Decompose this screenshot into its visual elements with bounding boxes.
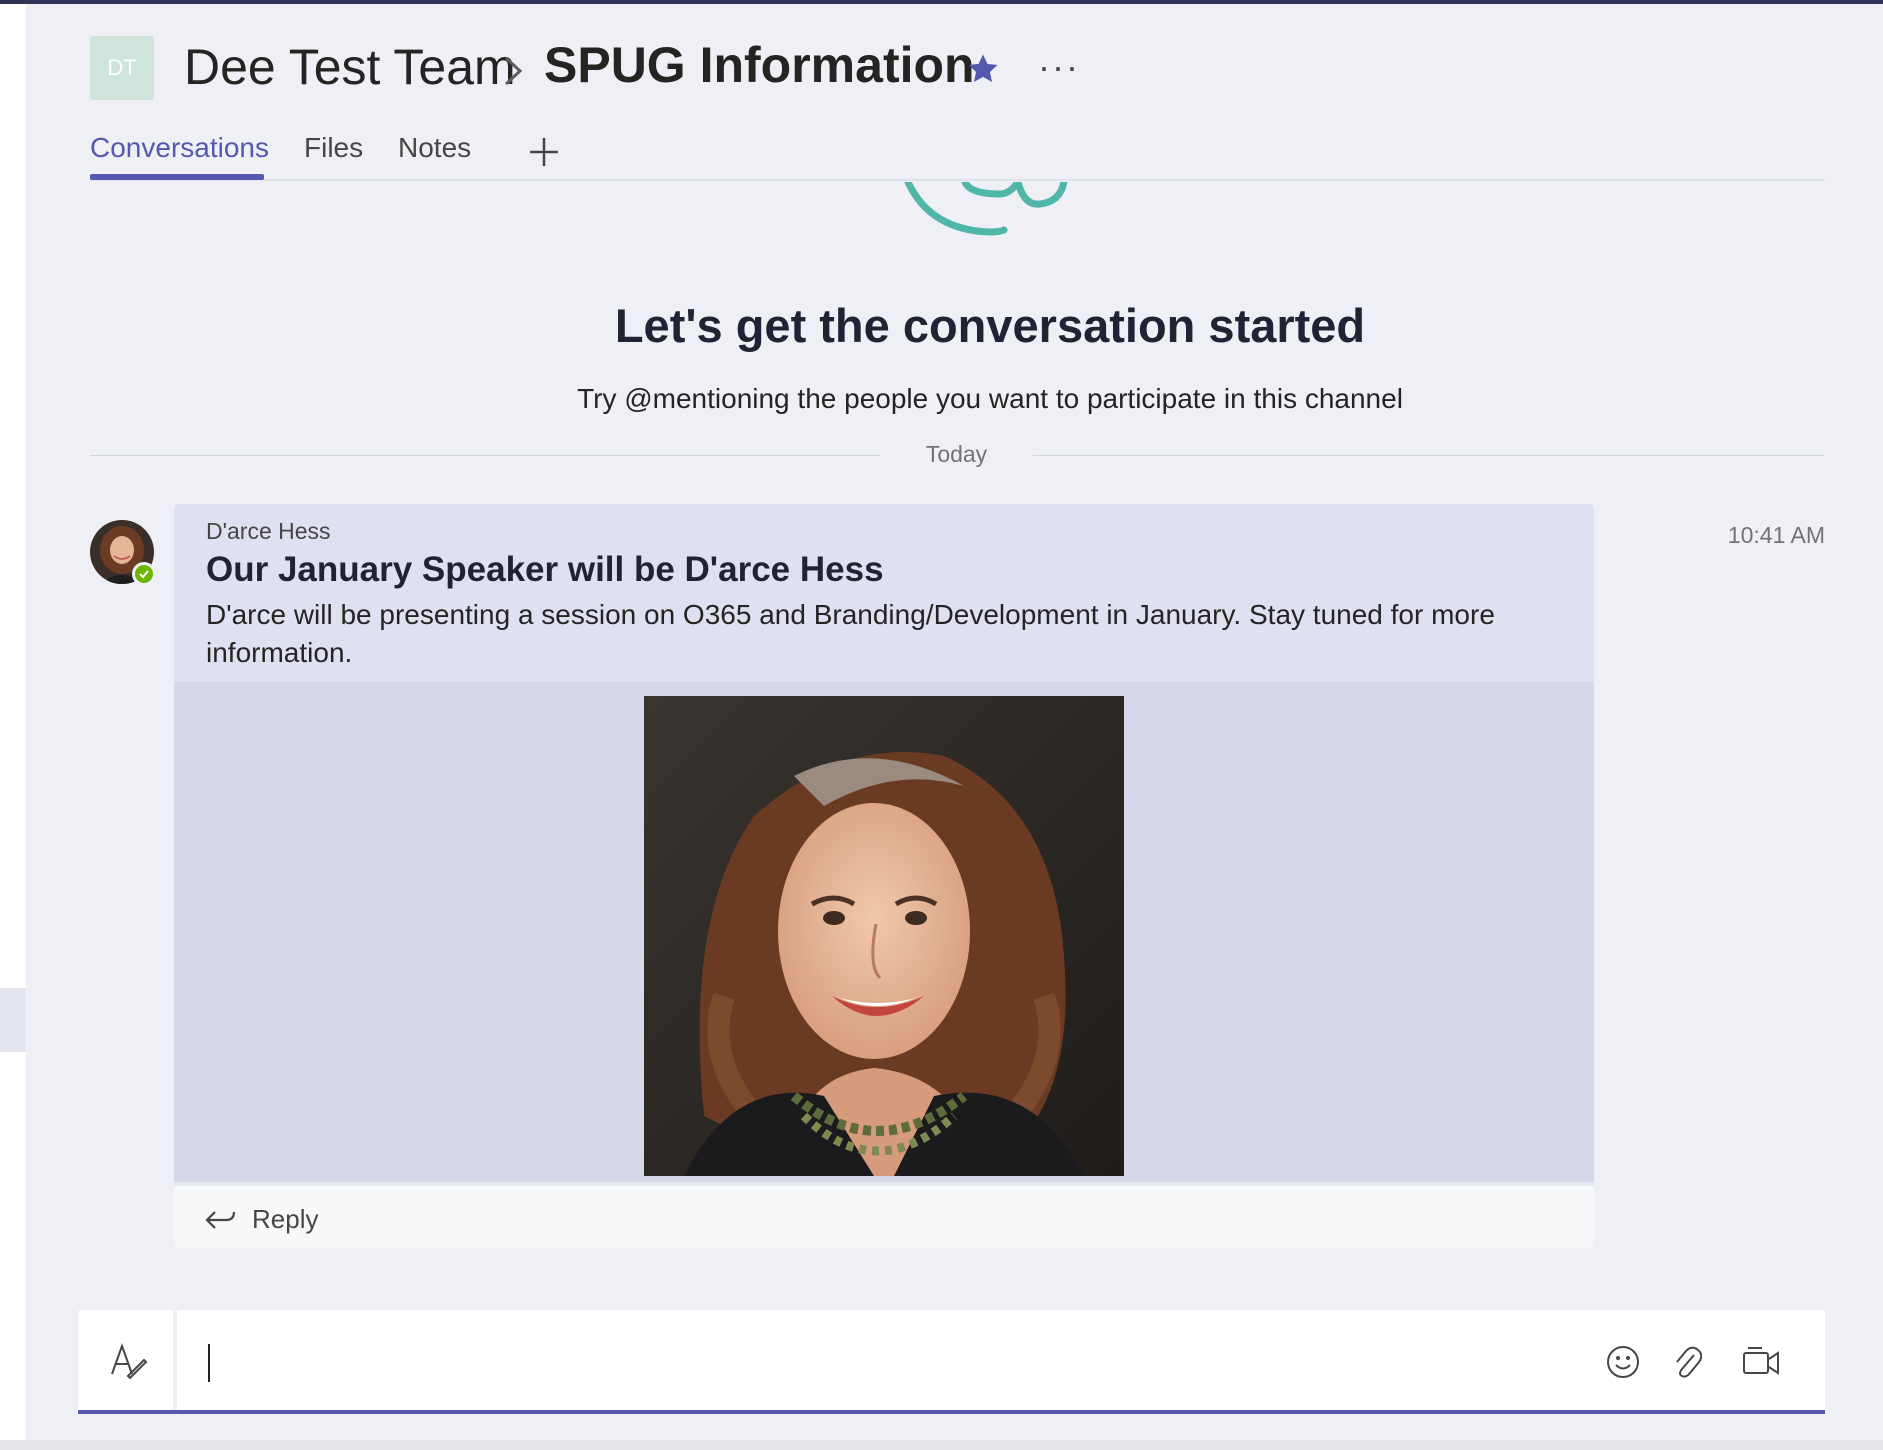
star-icon[interactable]: [966, 52, 1000, 86]
tab-notes[interactable]: Notes: [398, 132, 471, 164]
format-icon[interactable]: [108, 1340, 148, 1380]
chevron-right-icon: [504, 56, 523, 86]
welcome-subtitle: Try @mentioning the people you want to p…: [577, 383, 1403, 414]
presence-badge: [132, 562, 156, 586]
reply-icon: [205, 1211, 236, 1229]
window-bottom-border: [0, 1440, 1883, 1450]
left-rail-selection[interactable]: [0, 988, 26, 1052]
message-subject: Our January Speaker will be D'arce Hess: [206, 550, 884, 589]
conversation-illustration: [904, 182, 1068, 236]
composer-divider: [173, 1310, 177, 1410]
compose-box[interactable]: [78, 1310, 1825, 1414]
welcome-title: Let's get the conversation started: [614, 299, 1366, 352]
team-avatar[interactable]: DT: [90, 36, 154, 100]
text-caret: [208, 1344, 210, 1382]
more-options-icon[interactable]: ···: [1038, 49, 1080, 85]
reply-label: Reply: [252, 1204, 319, 1234]
message-author[interactable]: D'arce Hess: [206, 518, 331, 545]
team-name[interactable]: Dee Test Team: [184, 38, 516, 96]
attach-icon[interactable]: [1672, 1345, 1702, 1379]
message-timestamp: 10:41 AM: [1727, 522, 1825, 548]
message-input[interactable]: [206, 1342, 1610, 1382]
left-rail: [0, 4, 26, 1444]
message-header: D'arce Hess Our January Speaker will be …: [174, 504, 1594, 682]
message-body: D'arce will be presenting a session on O…: [206, 599, 1495, 668]
message-image-area: [174, 682, 1594, 1182]
tab-files[interactable]: Files: [304, 132, 363, 164]
emoji-icon[interactable]: [1606, 1345, 1640, 1379]
day-divider-line: [1033, 455, 1825, 456]
day-divider-line: [90, 455, 880, 456]
window-top-border: [0, 0, 1883, 4]
meet-now-icon[interactable]: [1742, 1346, 1780, 1378]
reply-button[interactable]: Reply: [174, 1182, 1594, 1248]
channel-name: SPUG Information: [544, 37, 975, 93]
day-divider-label: Today: [925, 441, 988, 467]
active-tab-indicator: [90, 174, 264, 180]
tab-divider: [90, 179, 1825, 181]
speaker-photo[interactable]: [644, 696, 1124, 1176]
add-tab-icon[interactable]: [528, 136, 560, 168]
tab-conversations[interactable]: Conversations: [90, 132, 269, 164]
message-card[interactable]: D'arce Hess Our January Speaker will be …: [174, 504, 1594, 1248]
presence-check-icon: [139, 570, 149, 579]
